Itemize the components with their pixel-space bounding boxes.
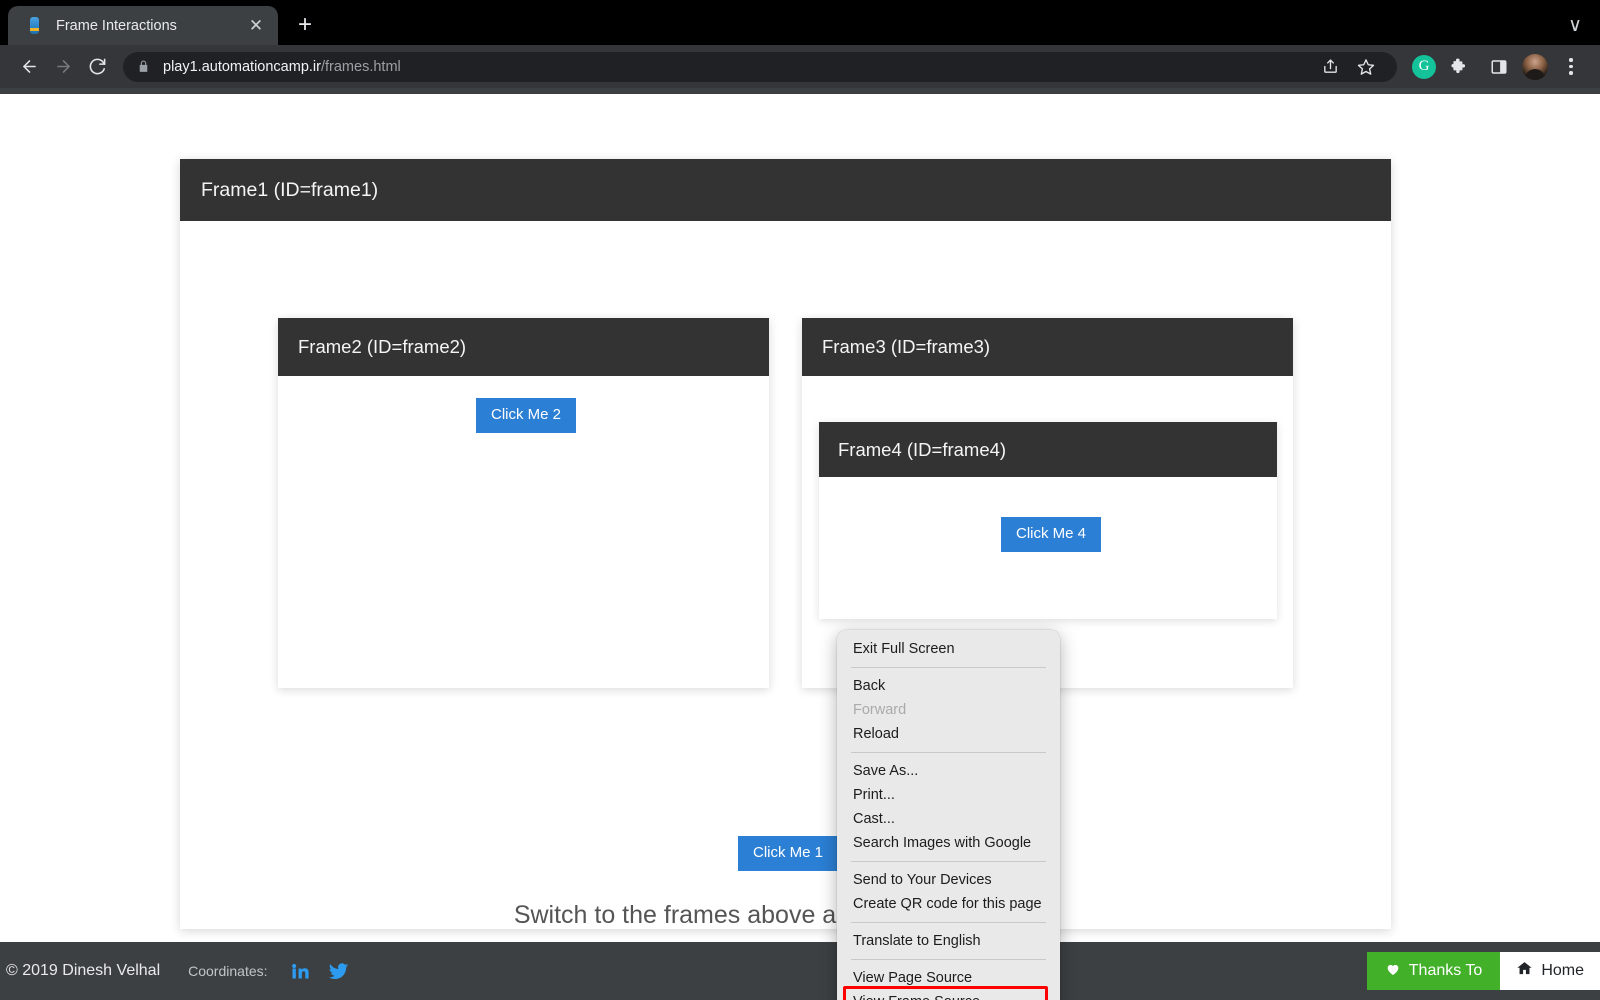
- url-host: play1.automationcamp.ir: [163, 59, 321, 75]
- menu-separator: [851, 861, 1046, 862]
- twitter-icon[interactable]: [328, 961, 349, 982]
- browser-tab[interactable]: Frame Interactions ✕: [8, 6, 278, 45]
- page-navbar-clipped: ygi · · · · ·: [0, 88, 1600, 94]
- click-me-2-button[interactable]: Click Me 2: [476, 398, 576, 433]
- tab-strip: Frame Interactions ✕ + ∨: [0, 0, 1600, 45]
- frame3-header: Frame3 (ID=frame3): [802, 318, 1293, 376]
- menu-item-forward: Forward: [837, 698, 1060, 722]
- frame4-body: Click Me 4: [819, 477, 1277, 619]
- menu-item-back[interactable]: Back: [837, 674, 1060, 698]
- menu-item-view-page-source[interactable]: View Page Source: [837, 966, 1060, 990]
- frame4-header: Frame4 (ID=frame4): [819, 422, 1277, 477]
- home-button[interactable]: Home: [1500, 952, 1600, 990]
- url-path: /frames.html: [321, 59, 401, 75]
- menu-separator: [851, 667, 1046, 668]
- frame1-body: Frame2 (ID=frame2) Click Me 2 Frame3 (ID…: [180, 221, 1391, 929]
- forward-icon[interactable]: [46, 50, 80, 84]
- coordinates-label: Coordinates:: [188, 963, 267, 979]
- puzzle-icon[interactable]: [1442, 50, 1476, 84]
- linkedin-icon[interactable]: [290, 961, 310, 981]
- page-viewport: ygi · · · · · Frame1 (ID=frame1) Frame2 …: [0, 88, 1600, 1000]
- new-tab-button[interactable]: +: [290, 10, 320, 40]
- three-dot-menu-icon[interactable]: [1554, 50, 1588, 84]
- copyright-text: © 2019 Dinesh Velhal: [6, 962, 160, 980]
- side-panel-icon[interactable]: [1482, 50, 1516, 84]
- thanks-to-label: Thanks To: [1409, 962, 1483, 980]
- click-me-1-button[interactable]: Click Me 1: [738, 836, 838, 871]
- url-text: play1.automationcamp.ir/frames.html: [163, 59, 401, 75]
- frame4-header-label: Frame4 (ID=frame4): [838, 439, 1006, 461]
- menu-separator: [851, 752, 1046, 753]
- menu-item-save-as[interactable]: Save As...: [837, 759, 1060, 783]
- share-icon[interactable]: [1313, 50, 1347, 84]
- menu-item-send-to-your-devices[interactable]: Send to Your Devices: [837, 868, 1060, 892]
- home-label: Home: [1541, 962, 1584, 980]
- grammarly-icon[interactable]: G: [1412, 55, 1436, 79]
- omnibox-actions: [1313, 50, 1383, 84]
- menu-item-reload[interactable]: Reload: [837, 722, 1060, 746]
- menu-item-cast[interactable]: Cast...: [837, 807, 1060, 831]
- frame3-header-label: Frame3 (ID=frame3): [822, 336, 990, 358]
- browser-toolbar: play1.automationcamp.ir/frames.html G: [0, 45, 1600, 88]
- menu-item-exit-full-screen[interactable]: Exit Full Screen: [837, 637, 1060, 661]
- menu-separator: [851, 959, 1046, 960]
- back-icon[interactable]: [12, 50, 46, 84]
- thanks-to-button[interactable]: Thanks To: [1367, 952, 1501, 990]
- frame2-header: Frame2 (ID=frame2): [278, 318, 769, 376]
- page-footer: © 2019 Dinesh Velhal Coordinates: Thanks…: [0, 942, 1600, 1000]
- heart-icon: [1385, 961, 1401, 982]
- reload-icon[interactable]: [80, 50, 114, 84]
- address-bar[interactable]: play1.automationcamp.ir/frames.html: [123, 52, 1397, 82]
- frame1-header: Frame1 (ID=frame1): [180, 159, 1391, 221]
- chevron-down-icon[interactable]: ∨: [1568, 14, 1582, 37]
- frame-favicon-icon: [26, 17, 43, 34]
- extension-icons: G: [1412, 50, 1588, 84]
- frame2-header-label: Frame2 (ID=frame2): [298, 336, 466, 358]
- star-icon[interactable]: [1349, 50, 1383, 84]
- click-me-4-button[interactable]: Click Me 4: [1001, 517, 1101, 552]
- menu-item-print[interactable]: Print...: [837, 783, 1060, 807]
- home-icon: [1516, 960, 1533, 982]
- frame1-card: Frame1 (ID=frame1) Frame2 (ID=frame2) Cl…: [180, 159, 1391, 929]
- frame1-header-label: Frame1 (ID=frame1): [201, 179, 378, 202]
- browser-window: Frame Interactions ✕ + ∨ play1.automatio…: [0, 0, 1600, 1000]
- footer-actions: Thanks To Home: [1367, 942, 1600, 1000]
- context-menu[interactable]: Exit Full Screen Back Forward Reload Sav…: [837, 630, 1060, 1000]
- menu-item-search-images-with-google[interactable]: Search Images with Google: [837, 831, 1060, 855]
- switch-instruction-text: Switch to the frames above and click the…: [180, 901, 1391, 930]
- lock-icon: [137, 60, 150, 73]
- menu-item-translate-to-english[interactable]: Translate to English: [837, 929, 1060, 953]
- close-icon[interactable]: ✕: [244, 14, 268, 38]
- menu-separator: [851, 922, 1046, 923]
- frame2-card: Frame2 (ID=frame2) Click Me 2: [278, 318, 769, 688]
- frame2-body: Click Me 2: [278, 376, 769, 688]
- menu-item-create-qr-code[interactable]: Create QR code for this page: [837, 892, 1060, 916]
- tab-title: Frame Interactions: [56, 18, 244, 34]
- avatar[interactable]: [1522, 54, 1548, 80]
- menu-item-view-frame-source[interactable]: View Frame Source: [837, 990, 1060, 1000]
- social-links: [290, 961, 349, 982]
- frame4-card: Frame4 (ID=frame4) Click Me 4: [819, 422, 1277, 619]
